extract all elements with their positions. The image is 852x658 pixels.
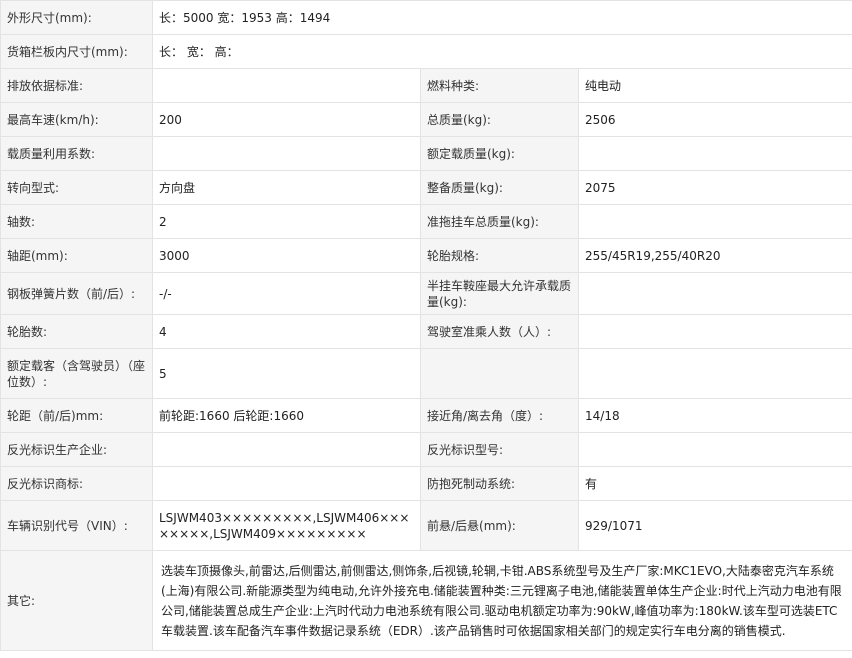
row-value	[152, 432, 421, 467]
row-label: 轮胎数:	[0, 314, 153, 349]
row-value: 255/45R19,255/40R20	[577, 238, 852, 273]
row-value	[577, 272, 852, 315]
row-value	[152, 136, 421, 171]
row-label: 转向型式:	[0, 170, 153, 205]
other-label: 其它:	[0, 550, 153, 651]
table-row: 轮胎数: 4 驾驶室准乘人数（人）:	[0, 314, 852, 349]
row-label: 车辆识别代号（VIN）:	[0, 500, 153, 551]
row-label: 载质量利用系数:	[0, 136, 153, 171]
row-label: 接近角/离去角（度）:	[420, 398, 579, 433]
table-row: 排放依据标准: 燃料种类: 纯电动	[0, 68, 852, 103]
row-label: 货箱栏板内尺寸(mm):	[0, 34, 153, 69]
row-value: 长：5000 宽：1953 高：1494	[151, 0, 852, 35]
row-label: 外形尺寸(mm):	[0, 0, 153, 35]
row-label	[420, 348, 579, 399]
table-row: 轴距(mm): 3000 轮胎规格: 255/45R19,255/40R20	[0, 238, 852, 273]
row-label: 轮胎规格:	[420, 238, 579, 273]
table-row: 其它: 选装车顶摄像头,前雷达,后侧雷达,前侧雷达,侧饰条,后视镜,轮辋,卡钳.…	[0, 550, 852, 651]
row-label: 总质量(kg):	[420, 102, 579, 137]
table-row: 轴数: 2 准拖挂车总质量(kg):	[0, 204, 852, 239]
table-row: 车辆识别代号（VIN）: LSJWM403×××××××××,LSJWM406×…	[0, 500, 852, 551]
row-value: -/-	[152, 272, 421, 315]
row-value: 长： 宽： 高：	[151, 34, 852, 69]
row-value: 5	[152, 348, 421, 399]
row-value	[152, 466, 421, 501]
row-label: 轴数:	[0, 204, 153, 239]
table-row: 反光标识商标: 防抱死制动系统: 有	[0, 466, 852, 501]
row-value	[577, 136, 852, 171]
row-label: 排放依据标准:	[0, 68, 153, 103]
row-value: 2	[152, 204, 421, 239]
row-value: 2075	[577, 170, 852, 205]
row-label: 额定载质量(kg):	[420, 136, 579, 171]
row-label: 轴距(mm):	[0, 238, 153, 273]
row-label: 额定载客（含驾驶员）（座位数）:	[0, 348, 153, 399]
table-row: 轮距（前/后)mm: 前轮距:1660 后轮距:1660 接近角/离去角（度）:…	[0, 398, 852, 433]
table-row: 额定载客（含驾驶员）（座位数）: 5	[0, 348, 852, 399]
row-value: 有	[577, 466, 852, 501]
row-value: 929/1071	[577, 500, 852, 551]
row-value: 14/18	[577, 398, 852, 433]
row-value	[577, 314, 852, 349]
table-row: 外形尺寸(mm): 长：5000 宽：1953 高：1494	[0, 0, 852, 35]
row-value: 200	[152, 102, 421, 137]
row-value: 方向盘	[152, 170, 421, 205]
row-label: 反光标识商标:	[0, 466, 153, 501]
table-row: 载质量利用系数: 额定载质量(kg):	[0, 136, 852, 171]
row-label: 最高车速(km/h):	[0, 102, 153, 137]
row-value	[577, 432, 852, 467]
row-label: 前悬/后悬(mm):	[420, 500, 579, 551]
table-row: 货箱栏板内尺寸(mm): 长： 宽： 高：	[0, 34, 852, 69]
row-label: 半挂车鞍座最大允许承载质量(kg):	[420, 272, 579, 315]
table-row: 钢板弹簧片数（前/后）: -/- 半挂车鞍座最大允许承载质量(kg):	[0, 272, 852, 315]
row-label: 防抱死制动系统:	[420, 466, 579, 501]
spec-table: 外形尺寸(mm): 长：5000 宽：1953 高：1494 货箱栏板内尺寸(m…	[0, 0, 852, 651]
table-row: 反光标识生产企业: 反光标识型号:	[0, 432, 852, 467]
row-value	[577, 348, 852, 399]
other-text: 选装车顶摄像头,前雷达,后侧雷达,前侧雷达,侧饰条,后视镜,轮辋,卡钳.ABS系…	[151, 550, 852, 651]
row-value: LSJWM403×××××××××,LSJWM406××××××××,LSJWM…	[152, 500, 421, 551]
row-value: 3000	[152, 238, 421, 273]
table-row: 最高车速(km/h): 200 总质量(kg): 2506	[0, 102, 852, 137]
row-label: 反光标识型号:	[420, 432, 579, 467]
row-label: 反光标识生产企业:	[0, 432, 153, 467]
row-value: 2506	[577, 102, 852, 137]
row-label: 准拖挂车总质量(kg):	[420, 204, 579, 239]
row-label: 整备质量(kg):	[420, 170, 579, 205]
row-value: 前轮距:1660 后轮距:1660	[152, 398, 421, 433]
row-label: 轮距（前/后)mm:	[0, 398, 153, 433]
row-value	[577, 204, 852, 239]
row-label: 钢板弹簧片数（前/后）:	[0, 272, 153, 315]
row-value: 纯电动	[577, 68, 852, 103]
row-label: 燃料种类:	[420, 68, 579, 103]
table-row: 转向型式: 方向盘 整备质量(kg): 2075	[0, 170, 852, 205]
row-value: 4	[152, 314, 421, 349]
row-label: 驾驶室准乘人数（人）:	[420, 314, 579, 349]
row-value	[152, 68, 421, 103]
